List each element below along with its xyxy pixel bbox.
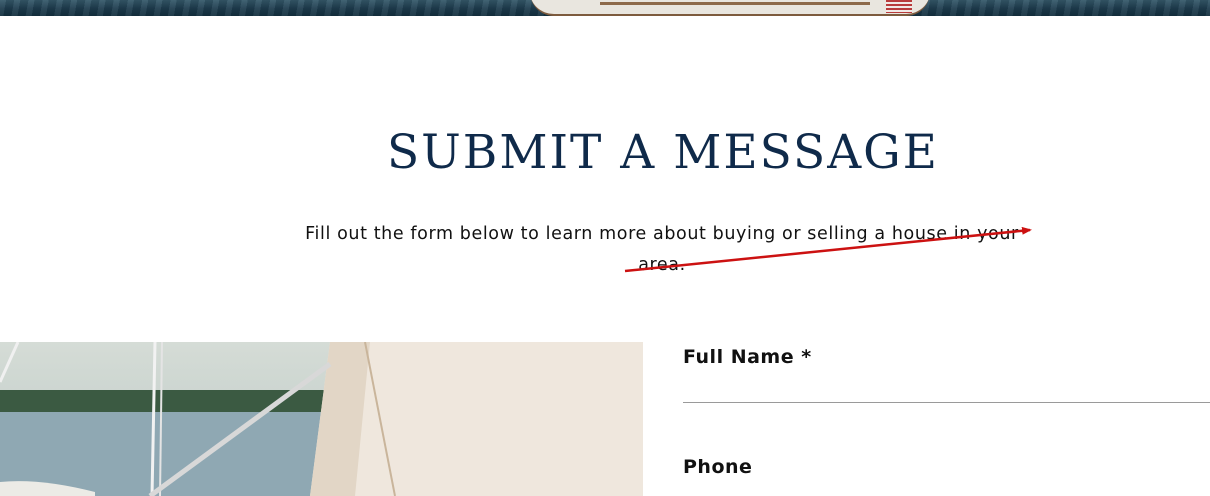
- sailboat-photo: [0, 342, 643, 496]
- hero-image-bottom-edge: [0, 0, 1210, 16]
- rigging-line: [0, 342, 20, 383]
- section-subtitle: Fill out the form below to learn more ab…: [305, 224, 1019, 275]
- flag-icon: [886, 0, 912, 13]
- boat-rail: [600, 2, 870, 5]
- phone-label: Phone: [683, 456, 753, 478]
- sailboat-illustration: [0, 342, 643, 496]
- section-title: SUBMIT A MESSAGE: [386, 125, 939, 180]
- contact-form: Full Name * Phone: [683, 342, 1210, 496]
- full-name-label: Full Name *: [683, 346, 812, 368]
- full-name-input[interactable]: [683, 366, 1210, 403]
